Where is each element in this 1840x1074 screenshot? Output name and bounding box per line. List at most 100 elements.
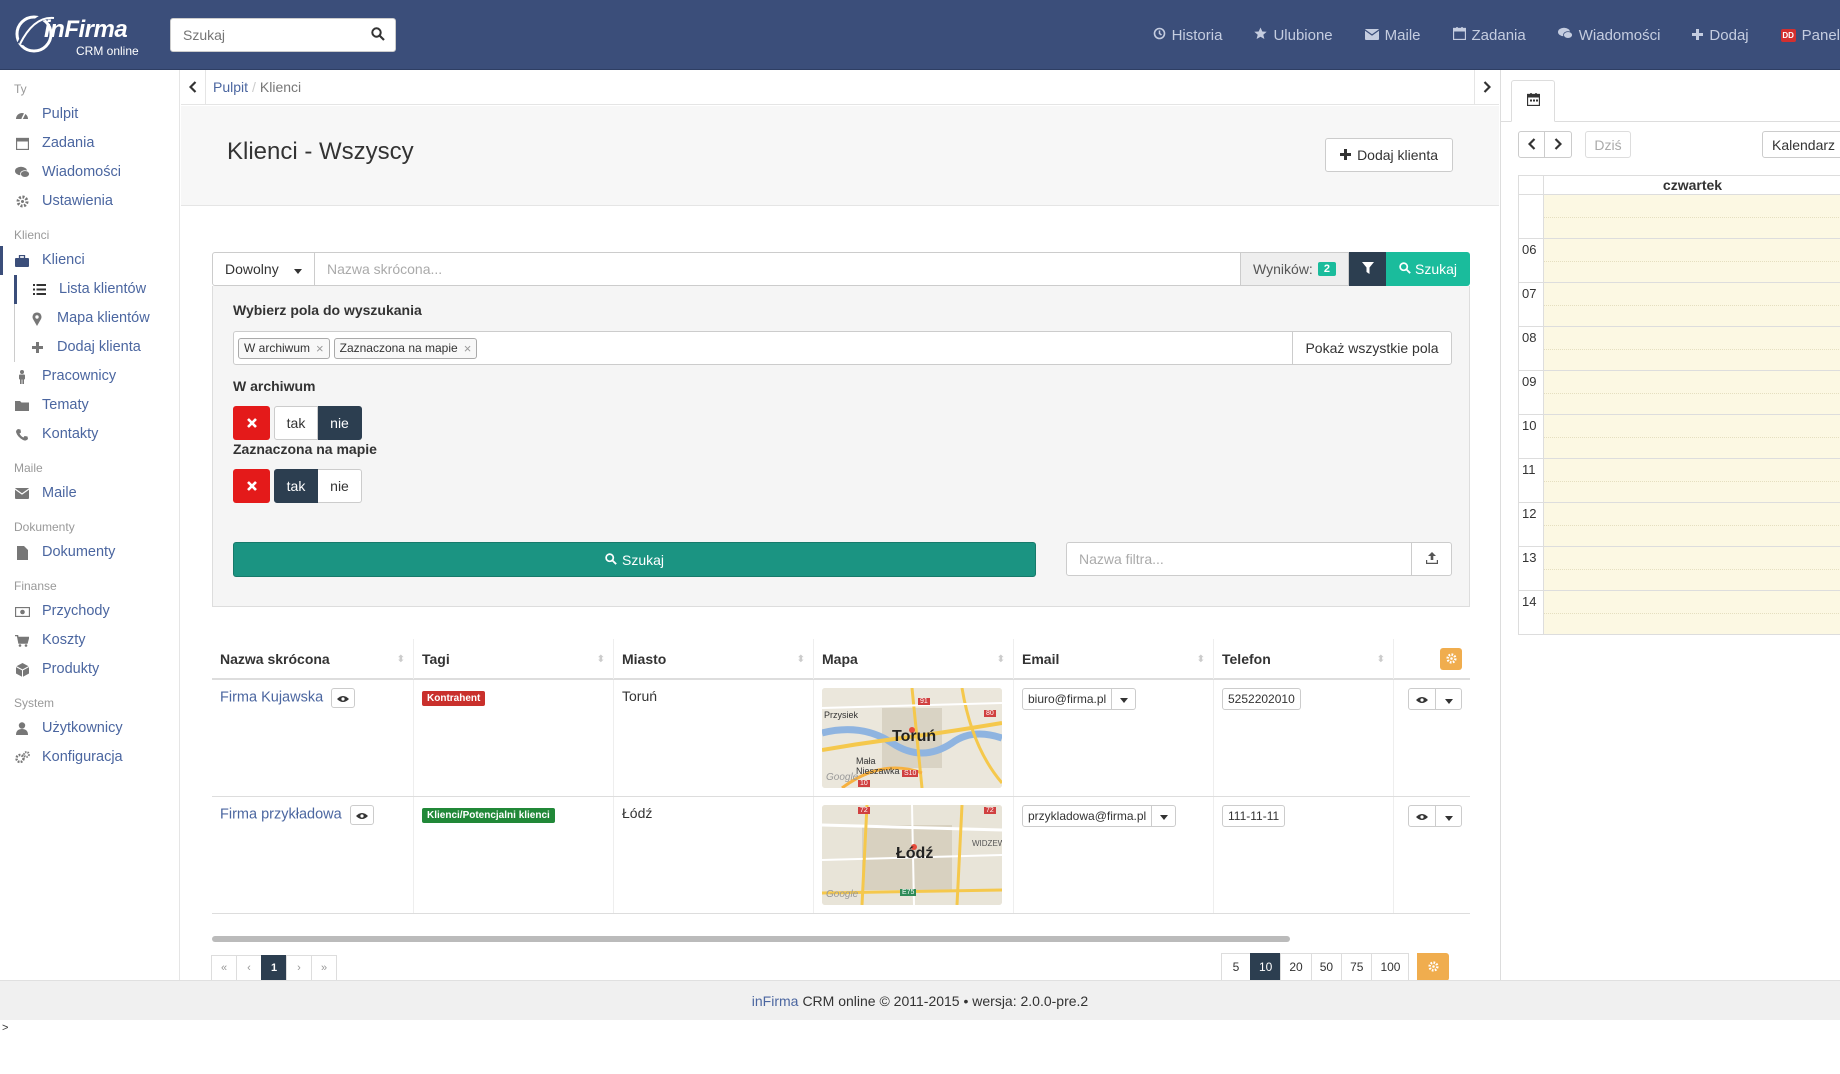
remove-tag-icon[interactable]: × <box>464 341 472 356</box>
page-number[interactable]: 1 <box>261 955 287 981</box>
save-filter-button[interactable] <box>1411 542 1452 576</box>
sidebar-item-zadania[interactable]: Zadania <box>0 129 179 158</box>
column-header-tags[interactable]: Tagi ⬍ <box>414 639 614 679</box>
tag-badge[interactable]: Klienci/Potencjalni klienci <box>422 808 555 823</box>
view-button[interactable] <box>1409 806 1435 826</box>
sidebar-item-maile[interactable]: Maile <box>0 479 179 508</box>
sidebar-item-pracownicy[interactable]: Pracownicy <box>0 362 179 391</box>
field-tag[interactable]: Zaznaczona na mapie × <box>333 337 478 359</box>
nav-zadania[interactable]: Zadania <box>1452 26 1526 44</box>
calendar-prev-button[interactable] <box>1518 131 1545 158</box>
calendar-slot[interactable] <box>1544 371 1840 414</box>
view-button[interactable] <box>1409 689 1435 709</box>
email-dropdown[interactable] <box>1151 806 1175 826</box>
sidebar-item-ustawienia[interactable]: Ustawienia <box>0 187 179 216</box>
remove-tag-icon[interactable]: × <box>316 341 324 356</box>
per-page-option[interactable]: 75 <box>1341 953 1373 981</box>
preview-button[interactable] <box>349 805 374 825</box>
calendar-slot[interactable] <box>1544 459 1840 502</box>
map-thumbnail[interactable]: Toruń Przysiek Mała Nieszawka 91 80 S10 … <box>822 688 1002 788</box>
map-no-option[interactable]: nie <box>318 469 362 503</box>
nav-ulubione[interactable]: Ulubione <box>1254 27 1333 44</box>
phone-link[interactable]: 111-11-11 <box>1222 805 1286 827</box>
nav-panel[interactable]: DD Panel <box>1780 27 1840 44</box>
page-next[interactable]: › <box>286 955 312 981</box>
expand-right-button[interactable] <box>1474 70 1499 105</box>
page-last[interactable]: » <box>311 955 337 981</box>
per-page-option[interactable]: 5 <box>1221 953 1251 981</box>
type-select[interactable]: Dowolny <box>212 252 315 286</box>
calendar-tab[interactable] <box>1511 80 1555 122</box>
column-header-map[interactable]: Mapa ⬍ <box>814 639 1014 679</box>
column-header-name[interactable]: Nazwa skrócona ⬍ <box>212 639 414 679</box>
calendar-slot[interactable] <box>1544 547 1840 590</box>
nav-maile[interactable]: Maile <box>1364 27 1421 44</box>
calendar-view-dropdown[interactable]: Kalendarz <box>1762 131 1840 158</box>
breadcrumb-home[interactable]: Pulpit <box>213 79 248 95</box>
client-link[interactable]: Firma Kujawska <box>220 690 323 706</box>
calendar-slot[interactable] <box>1544 591 1840 634</box>
email-link[interactable]: przykladowa@firma.pl <box>1023 806 1151 826</box>
column-header-phone[interactable]: Telefon ⬍ <box>1214 639 1394 679</box>
actions-dropdown[interactable] <box>1435 806 1461 826</box>
footer-brand-link[interactable]: inFirma <box>752 993 799 1009</box>
phone-link[interactable]: 5252202010 <box>1222 688 1301 710</box>
sidebar-item-przychody[interactable]: Przychody <box>0 597 179 626</box>
page-prev[interactable]: ‹ <box>236 955 262 981</box>
map-thumbnail[interactable]: Łódź WIDZEW 72 72 E75 Google <box>822 805 1002 905</box>
calendar-slot[interactable] <box>1544 415 1840 458</box>
add-client-button[interactable]: Dodaj klienta <box>1325 138 1453 172</box>
show-all-fields-button[interactable]: Pokaż wszystkie pola <box>1292 331 1452 365</box>
client-link[interactable]: Firma przykładowa <box>220 807 342 823</box>
sidebar-item-produkty[interactable]: Produkty <box>0 655 179 684</box>
sidebar-item-dodaj-klienta[interactable]: Dodaj klienta <box>15 333 179 362</box>
sidebar-item-pulpit[interactable]: Pulpit <box>0 100 179 129</box>
nav-historia[interactable]: Historia <box>1153 27 1222 44</box>
actions-dropdown[interactable] <box>1435 689 1461 709</box>
column-header-city[interactable]: Miasto ⬍ <box>614 639 814 679</box>
per-page-option[interactable]: 10 <box>1250 953 1282 981</box>
filter-toggle-button[interactable] <box>1349 252 1386 286</box>
filter-name-input[interactable]: Nazwa filtra... <box>1066 542 1412 576</box>
sidebar-item-tematy[interactable]: Tematy <box>0 391 179 420</box>
big-search-button[interactable]: Szukaj <box>233 542 1036 577</box>
sidebar-item-lista-klientow[interactable]: Lista klientów <box>14 275 179 304</box>
calendar-slot[interactable] <box>1544 195 1840 238</box>
sidebar-item-kontakty[interactable]: Kontakty <box>0 420 179 449</box>
name-search-input[interactable]: Nazwa skrócona... <box>315 252 1241 286</box>
per-page-option[interactable]: 50 <box>1310 953 1343 981</box>
sidebar-item-wiadomosci[interactable]: Wiadomości <box>0 158 179 187</box>
top-search-input[interactable] <box>171 19 361 51</box>
tag-badge[interactable]: Kontrahent <box>422 691 486 706</box>
nav-wiadomosci[interactable]: Wiadomości <box>1557 27 1660 44</box>
email-dropdown[interactable] <box>1111 689 1135 709</box>
column-header-email[interactable]: Email ⬍ <box>1014 639 1214 679</box>
calendar-slot[interactable] <box>1544 327 1840 370</box>
table-settings-button[interactable] <box>1417 953 1450 981</box>
sidebar-item-dokumenty[interactable]: Dokumenty <box>0 538 179 567</box>
preview-button[interactable] <box>331 688 356 708</box>
per-page-option[interactable]: 20 <box>1280 953 1312 981</box>
archive-no-option[interactable]: nie <box>318 406 362 440</box>
clear-archive-button[interactable] <box>233 406 270 440</box>
calendar-slot[interactable] <box>1544 283 1840 326</box>
search-icon[interactable] <box>371 27 385 44</box>
sidebar-item-uzytkownicy[interactable]: Użytkownicy <box>0 714 179 743</box>
calendar-next-button[interactable] <box>1545 131 1572 158</box>
logo[interactable]: inFirma CRM online <box>14 10 144 60</box>
collapse-left-button[interactable] <box>181 70 206 105</box>
archive-yes-option[interactable]: tak <box>274 406 318 440</box>
sidebar-item-mapa-klientow[interactable]: Mapa klientów <box>15 304 179 333</box>
clear-map-button[interactable] <box>233 469 270 503</box>
page-first[interactable]: « <box>211 955 237 981</box>
sidebar-item-koszty[interactable]: Koszty <box>0 626 179 655</box>
fields-tag-input[interactable]: W archiwum × Zaznaczona na mapie × <box>233 331 1293 365</box>
per-page-option[interactable]: 100 <box>1371 953 1410 981</box>
sidebar-item-klienci[interactable]: Klienci <box>0 246 179 275</box>
today-button[interactable]: Dziś <box>1585 131 1631 158</box>
email-link[interactable]: biuro@firma.pl <box>1023 689 1111 709</box>
nav-dodaj[interactable]: Dodaj <box>1692 27 1749 44</box>
calendar-slot[interactable] <box>1544 503 1840 546</box>
field-tag[interactable]: W archiwum × <box>238 337 330 359</box>
column-settings-button[interactable] <box>1440 648 1462 670</box>
